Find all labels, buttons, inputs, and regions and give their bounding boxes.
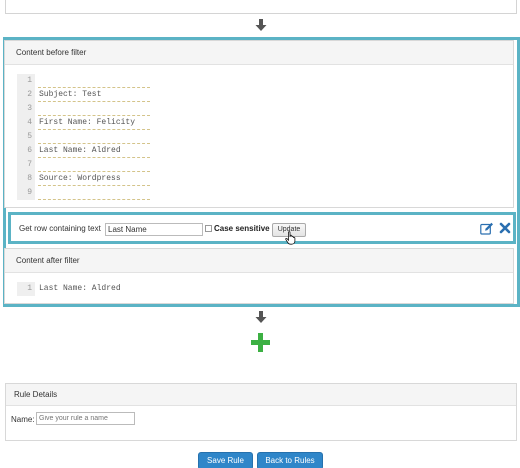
line-text: First Name: Felicity [38, 116, 150, 130]
line-text [38, 74, 150, 88]
line-number: 1 [17, 74, 35, 88]
line-text [38, 102, 150, 116]
previous-step-panel [5, 0, 517, 14]
filter-text-input[interactable] [105, 223, 203, 236]
back-to-rules-button[interactable]: Back to Rules [257, 452, 323, 468]
line-text: Subject: Test [38, 88, 150, 102]
arrow-down-icon [254, 18, 268, 32]
content-after-filter-panel: Content after filter 1 Last Name: Aldred [4, 248, 514, 304]
panel-title: Rule Details [6, 384, 516, 406]
line-number: 5 [17, 130, 35, 144]
rule-details-panel: Rule Details Name: [5, 383, 517, 441]
line-text: Source: Wordpress [38, 172, 150, 186]
line-number: 1 [17, 282, 35, 296]
line-text [38, 130, 150, 144]
line-number: 6 [17, 144, 35, 158]
case-sensitive-label: Case sensitive [214, 224, 270, 233]
line-number: 4 [17, 116, 35, 130]
line-text [38, 186, 150, 200]
line-number: 8 [17, 172, 35, 186]
name-label: Name: [11, 415, 35, 424]
case-sensitive-checkbox[interactable] [205, 225, 212, 232]
close-icon[interactable] [499, 222, 511, 236]
hand-cursor-icon [285, 231, 297, 247]
line-number: 7 [17, 158, 35, 172]
line-number: 2 [17, 88, 35, 102]
edit-icon[interactable] [480, 222, 494, 237]
filter-label: Get row containing text [19, 224, 101, 233]
line-text: Last Name: Aldred [38, 144, 150, 158]
rule-name-input[interactable] [36, 412, 135, 425]
arrow-down-icon [254, 310, 268, 324]
panel-title: Content after filter [5, 249, 513, 273]
save-rule-button[interactable]: Save Rule [198, 452, 253, 468]
line-text: Last Name: Aldred [39, 284, 121, 293]
panel-title: Content before filter [5, 41, 513, 65]
filter-rule-row: Get row containing text Case sensitive U… [8, 212, 516, 247]
line-text [38, 158, 150, 172]
line-number: 3 [17, 102, 35, 116]
plus-icon[interactable] [251, 333, 270, 354]
content-before-filter-panel: Content before filter 1 2 Subject: Test 3 4 F… [4, 40, 514, 208]
line-number: 9 [17, 186, 35, 200]
